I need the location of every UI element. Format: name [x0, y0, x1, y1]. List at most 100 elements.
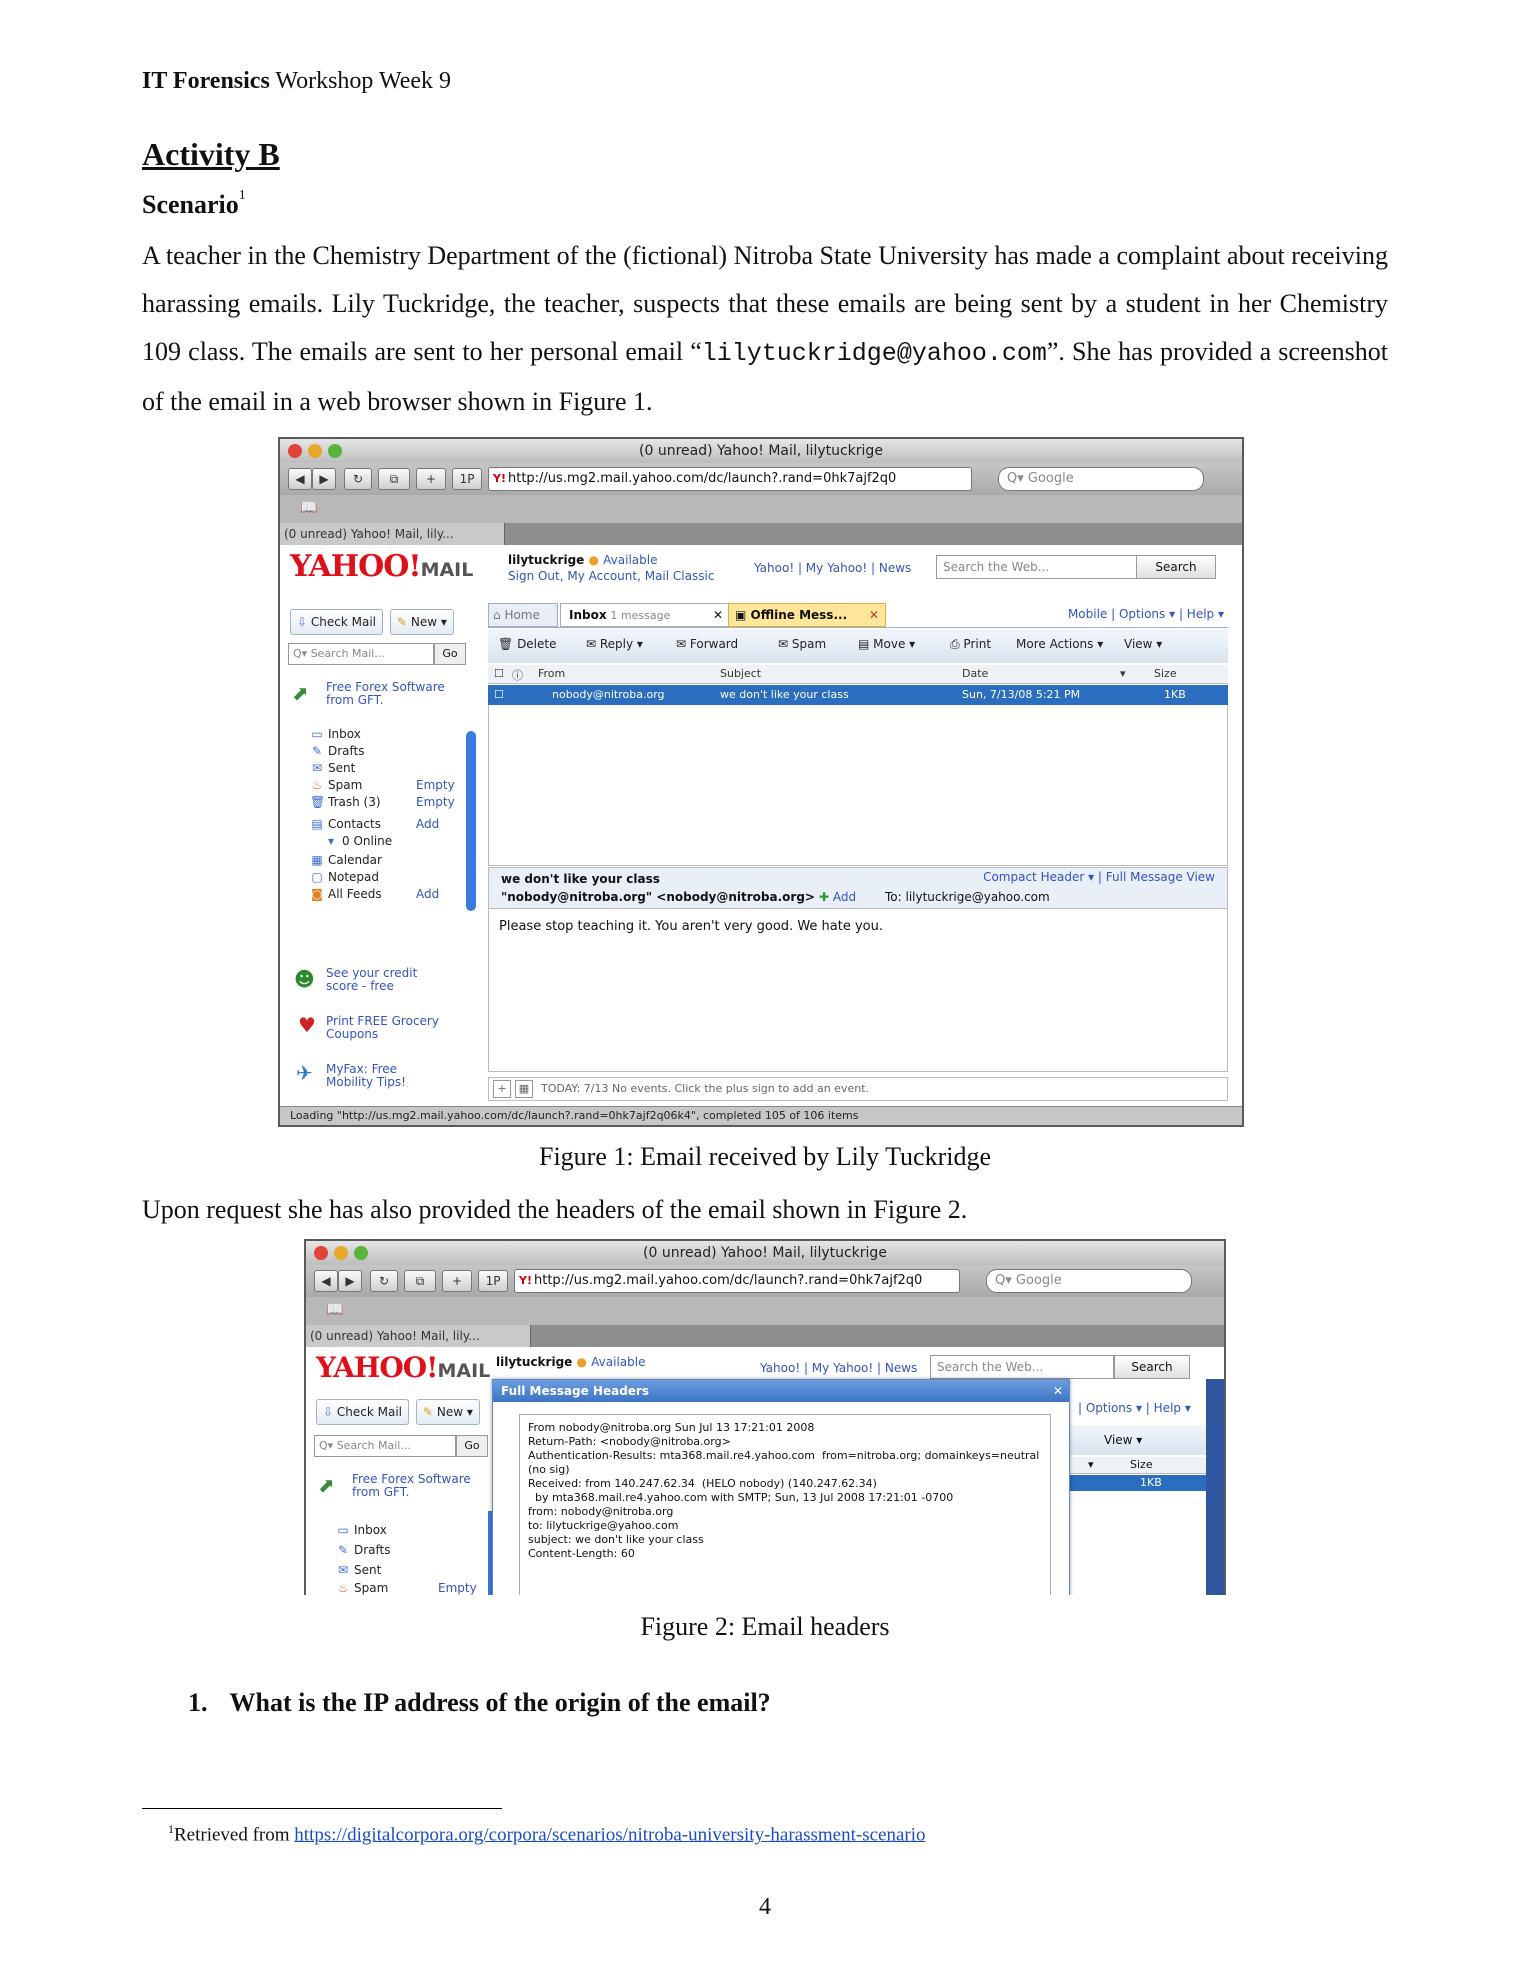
myfax-ad-link[interactable]: MyFax: Free Mobility Tips!	[326, 1063, 446, 1089]
sidebar-item-feeds[interactable]: ◙ All Feeds	[310, 887, 381, 901]
footnote-link[interactable]: https://digitalcorpora.org/corpora/scena…	[294, 1824, 925, 1845]
sort-arrow-icon[interactable]: ▾	[1088, 1458, 1094, 1471]
sidebar-item-notepad[interactable]: ▢ Notepad	[310, 870, 379, 884]
sidebar-item-contacts[interactable]: ▤ Contacts	[310, 817, 381, 831]
web-search-input[interactable]: Search the Web...	[936, 555, 1140, 579]
print-button[interactable]: ⎙ Print	[950, 637, 991, 652]
new-button[interactable]: ✎ New ▾	[416, 1399, 480, 1425]
empty-spam-link[interactable]: Empty	[438, 1581, 477, 1595]
sidebar-item-spam[interactable]: ♨ Spam	[310, 778, 363, 792]
close-icon[interactable]	[314, 1246, 328, 1260]
tab-inbox[interactable]: Inbox 1 message ✕	[560, 603, 730, 627]
search-mail-input[interactable]: Q▾ Search Mail...	[288, 643, 434, 665]
column-size[interactable]: Size	[1154, 667, 1177, 680]
right-links[interactable]: Mobile | Options ▾ | Help ▾	[1068, 607, 1224, 621]
new-button[interactable]: ✎ New ▾	[390, 609, 454, 635]
close-offline-tab-icon[interactable]: ✕	[869, 604, 879, 626]
web-search-button[interactable]: Search	[1136, 555, 1216, 579]
bookmarks-icon[interactable]: 📖	[300, 500, 317, 516]
sidebar-item-sent[interactable]: ✉ Sent	[310, 761, 355, 775]
status-text[interactable]: Available	[603, 553, 657, 567]
web-search-button[interactable]: Search	[1114, 1355, 1190, 1379]
top-links[interactable]: Yahoo! | My Yahoo! | News	[760, 1361, 917, 1375]
top-links[interactable]: Yahoo! | My Yahoo! | News	[754, 561, 911, 575]
add-bookmark-icon[interactable]: +	[416, 468, 446, 490]
close-tab-icon[interactable]: ✕	[713, 604, 723, 626]
check-mail-button[interactable]: ⇩ Check Mail	[290, 609, 383, 635]
snap-icon[interactable]: ⧉	[404, 1270, 436, 1292]
reload-icon[interactable]: ↻	[370, 1270, 398, 1292]
right-links[interactable]: | Options ▾ | Help ▾	[1078, 1401, 1191, 1415]
search-mail-input[interactable]: Q▾ Search Mail...	[314, 1435, 456, 1457]
credit-ad-link[interactable]: See your credit score - free	[326, 967, 446, 993]
more-actions-button[interactable]: More Actions ▾	[1016, 637, 1103, 651]
browser-tab[interactable]: (0 unread) Yahoo! Mail, lily...	[280, 523, 505, 545]
header-view-links[interactable]: Compact Header ▾ | Full Message View	[983, 870, 1215, 884]
column-size[interactable]: Size	[1130, 1458, 1153, 1471]
yahoo-mail-logo[interactable]: YAHOO!MAIL	[290, 549, 473, 584]
delete-button[interactable]: 🗑 Delete	[498, 637, 557, 651]
google-search-box[interactable]: Q▾ Google	[986, 1269, 1192, 1293]
snap-icon[interactable]: ⧉	[378, 468, 410, 490]
google-search-box[interactable]: Q▾ Google	[998, 467, 1204, 491]
url-bar[interactable]: Y! http://us.mg2.mail.yahoo.com/dc/launch…	[514, 1269, 960, 1293]
footnote-ref[interactable]: 1	[239, 188, 246, 203]
back-icon[interactable]: ◀	[288, 468, 312, 490]
coupon-ad-link[interactable]: Print FREE Grocery Coupons	[326, 1015, 446, 1041]
sidebar-item-online[interactable]: ▾ 0 Online	[324, 834, 392, 848]
minimize-icon[interactable]	[334, 1246, 348, 1260]
table-row[interactable]: 1KB	[1066, 1475, 1206, 1491]
url-bar[interactable]: Y! http://us.mg2.mail.yahoo.com/dc/launch…	[488, 467, 972, 491]
add-contact-button[interactable]: ✚ Add	[819, 890, 856, 904]
spam-button[interactable]: ✉ Spam	[778, 637, 826, 651]
view-button[interactable]: View ▾	[1124, 637, 1162, 651]
back-icon[interactable]: ◀	[314, 1270, 338, 1292]
onepassword-icon[interactable]: 1P	[452, 468, 482, 490]
zoom-icon[interactable]	[354, 1246, 368, 1260]
add-bookmark-icon[interactable]: +	[442, 1270, 472, 1292]
sidebar-item-drafts[interactable]: ✎ Drafts	[310, 744, 365, 758]
yahoo-mail-logo[interactable]: YAHOO!MAIL	[316, 1351, 490, 1384]
sidebar-item-sent[interactable]: ✉ Sent	[336, 1563, 381, 1577]
sidebar-item-spam[interactable]: ♨ Spam	[336, 1581, 389, 1595]
web-search-input[interactable]: Search the Web...	[930, 1355, 1114, 1379]
folder-action-link[interactable]: Add	[416, 817, 439, 831]
close-dialog-icon[interactable]: ✕	[1053, 1380, 1063, 1402]
onepassword-icon[interactable]: 1P	[478, 1270, 508, 1292]
user-links[interactable]: Sign Out, My Account, Mail Classic	[508, 569, 714, 583]
row-checkbox[interactable]: ☐	[494, 685, 504, 705]
forward-icon[interactable]: ▶	[312, 468, 336, 490]
sort-arrow-icon[interactable]: ▾	[1120, 667, 1126, 680]
search-mail-go-button[interactable]: Go	[456, 1435, 488, 1457]
move-button[interactable]: ▤ Move ▾	[858, 637, 915, 651]
sidebar-item-inbox[interactable]: ▭ Inbox	[336, 1523, 387, 1537]
column-date[interactable]: Date	[962, 667, 988, 680]
close-icon[interactable]	[288, 444, 302, 458]
table-row[interactable]: ☐ nobody@nitroba.org we don't like your …	[488, 685, 1228, 705]
minimize-icon[interactable]	[308, 444, 322, 458]
add-event-icon[interactable]: +	[493, 1080, 511, 1098]
reload-icon[interactable]: ↻	[344, 468, 372, 490]
browser-tab[interactable]: (0 unread) Yahoo! Mail, lily...	[306, 1325, 531, 1347]
column-from[interactable]: From	[538, 667, 565, 680]
tab-offline[interactable]: ▣ Offline Mess... ✕	[728, 603, 886, 627]
search-mail-go-button[interactable]: Go	[434, 643, 466, 665]
status-text[interactable]: Available	[591, 1355, 645, 1369]
folder-action-link[interactable]: Empty	[416, 795, 455, 809]
select-all-checkbox[interactable]: ☐	[494, 667, 504, 680]
folder-action-link[interactable]: Add	[416, 887, 439, 901]
zoom-icon[interactable]	[328, 444, 342, 458]
forex-ad-link[interactable]: Free Forex Software from GFT.	[352, 1473, 472, 1499]
sidebar-scrollbar[interactable]	[466, 731, 476, 911]
reply-button[interactable]: ✉ Reply ▾	[586, 637, 643, 651]
sidebar-item-drafts[interactable]: ✎ Drafts	[336, 1543, 391, 1557]
sidebar-item-calendar[interactable]: ▦ Calendar	[310, 853, 382, 867]
tab-home[interactable]: ⌂ Home	[488, 603, 558, 627]
bookmarks-icon[interactable]: 📖	[326, 1302, 343, 1318]
forward-icon[interactable]: ▶	[338, 1270, 362, 1292]
column-subject[interactable]: Subject	[720, 667, 761, 680]
sidebar-item-inbox[interactable]: ▭ Inbox	[310, 727, 361, 741]
forex-ad-link[interactable]: Free Forex Software from GFT.	[326, 681, 446, 707]
folder-action-link[interactable]: Empty	[416, 778, 455, 792]
calendar-icon[interactable]: ▦	[515, 1080, 533, 1098]
